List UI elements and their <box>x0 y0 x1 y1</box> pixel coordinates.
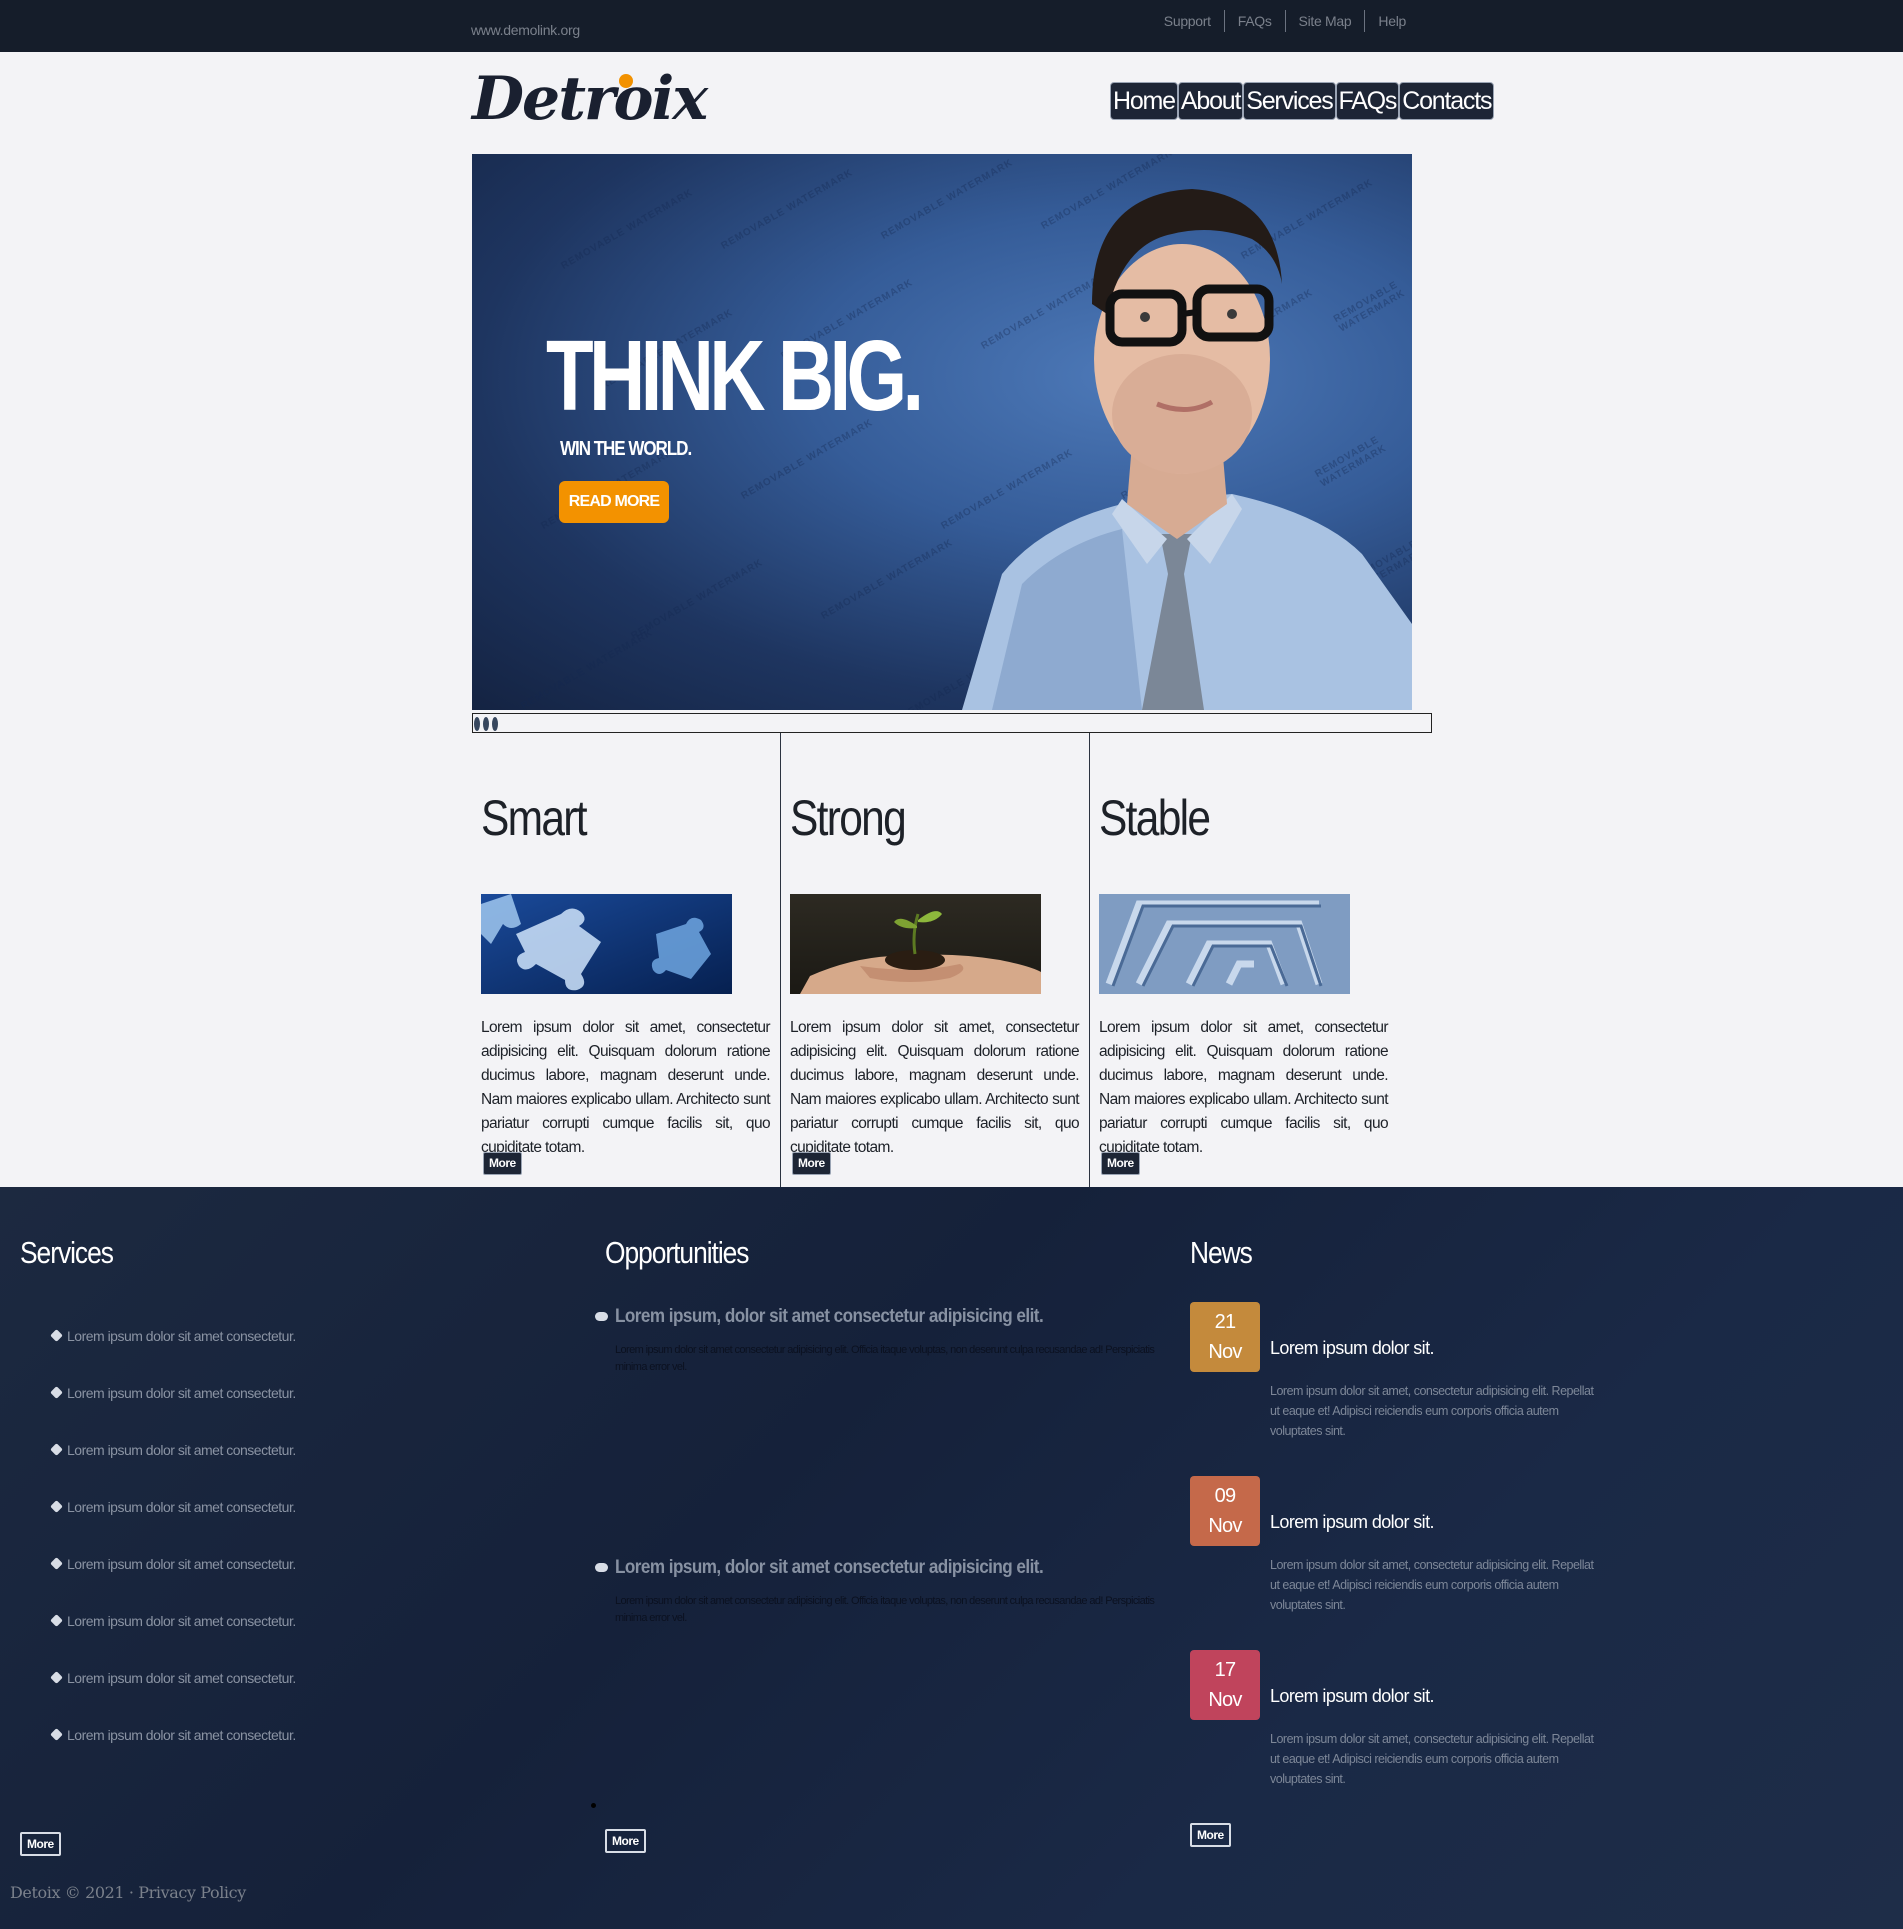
services-item[interactable]: Lorem ipsum dolor sit amet consectetur. <box>50 1499 296 1515</box>
news-text: Lorem ipsum dolor sit amet, consectetur … <box>1270 1384 1594 1438</box>
pager-dot-3[interactable] <box>492 717 498 731</box>
services-item[interactable]: Lorem ipsum dolor sit amet consectetur. <box>50 1670 296 1686</box>
feature-title: Strong <box>790 790 907 846</box>
pager-dot-2[interactable] <box>483 717 489 731</box>
hero-title: THINK BIG. <box>546 320 924 432</box>
news-title: News <box>1190 1235 1253 1270</box>
opportunity-heading[interactable]: Lorem ipsum, dolor sit amet consectetur … <box>615 1306 1044 1328</box>
feature-text: Lorem ipsum dolor sit amet, consectetur … <box>1099 1019 1389 1156</box>
gear-bullet-icon <box>50 1557 63 1570</box>
chat-bubble-icon <box>595 1312 608 1321</box>
watermark-text: REMOVABLE WATERMARK <box>559 187 695 272</box>
gear-bullet-icon <box>50 1728 63 1741</box>
services-item[interactable]: Lorem ipsum dolor sit amet consectetur. <box>50 1328 296 1344</box>
site-url[interactable]: www.demolink.org <box>471 22 580 38</box>
opportunity-text: Lorem ipsum dolor sit amet consectetur a… <box>615 1344 1155 1373</box>
opportunity-heading[interactable]: Lorem ipsum, dolor sit amet consectetur … <box>615 1557 1044 1579</box>
services-title: Services <box>20 1235 114 1270</box>
bullet-dot <box>591 1803 596 1808</box>
pager-dot-1[interactable] <box>474 717 480 731</box>
top-link-sitemap[interactable]: Site Map <box>1284 10 1365 32</box>
feature-strong: Strong Lorem ipsum dolor sit amet, conse… <box>780 733 1089 1187</box>
services-item[interactable]: Lorem ipsum dolor sit amet consectetur. <box>50 1385 296 1401</box>
services-item[interactable]: Lorem ipsum dolor sit amet consectetur. <box>50 1727 296 1743</box>
feature-text: Lorem ipsum dolor sit amet, consectetur … <box>790 1019 1080 1156</box>
maze-image <box>1099 894 1350 994</box>
watermark-text: REMOVABLE WATERMARK <box>519 627 655 710</box>
feature-more-button[interactable]: More <box>792 1152 831 1175</box>
nav-services[interactable]: Services <box>1243 82 1336 120</box>
features-section: Smart Lorem ipsum dolor sit amet, consec… <box>472 733 1432 1187</box>
feature-title: Smart <box>481 790 588 846</box>
feature-title: Stable <box>1099 790 1211 846</box>
news-more-button[interactable]: More <box>1190 1823 1231 1847</box>
opportunities-title: Opportunities <box>605 1235 749 1270</box>
nav-faqs[interactable]: FAQs <box>1335 82 1400 120</box>
nav-home[interactable]: Home <box>1110 82 1178 120</box>
copyright: Detoix © 2021 · Privacy Policy <box>10 1883 246 1902</box>
services-item[interactable]: Lorem ipsum dolor sit amet consectetur. <box>50 1556 296 1572</box>
services-item[interactable]: Lorem ipsum dolor sit amet consectetur. <box>50 1442 296 1458</box>
read-more-button[interactable]: READ MORE <box>559 481 669 523</box>
watermark-text: REMOVABLE WATERMARK <box>719 167 855 252</box>
opportunity-text: Lorem ipsum dolor sit amet consectetur a… <box>615 1595 1155 1624</box>
news-heading[interactable]: Lorem ipsum dolor sit. <box>1270 1338 1434 1359</box>
nav-contacts[interactable]: Contacts <box>1399 82 1495 120</box>
top-links: Support FAQs Site Map Help <box>1151 10 1419 32</box>
feature-smart: Smart Lorem ipsum dolor sit amet, consec… <box>472 733 781 1187</box>
puzzle-image <box>481 894 732 994</box>
gear-bullet-icon <box>50 1386 63 1399</box>
news-text: Lorem ipsum dolor sit amet, consectetur … <box>1270 1732 1594 1786</box>
services-more-button[interactable]: More <box>20 1832 61 1856</box>
feature-text: Lorem ipsum dolor sit amet, consectetur … <box>481 1019 771 1156</box>
news-date-badge: 17 Nov <box>1190 1650 1260 1720</box>
gear-bullet-icon <box>50 1329 63 1342</box>
logo[interactable]: Detroix <box>472 64 708 134</box>
seedling-hand-image <box>790 894 1041 994</box>
hero-person-image <box>962 189 1412 710</box>
top-link-help[interactable]: Help <box>1364 10 1419 32</box>
news-heading[interactable]: Lorem ipsum dolor sit. <box>1270 1686 1434 1707</box>
news-heading[interactable]: Lorem ipsum dolor sit. <box>1270 1512 1434 1533</box>
feature-more-button[interactable]: More <box>483 1152 522 1175</box>
logo-dot <box>619 74 633 88</box>
nav-about[interactable]: About <box>1177 82 1244 120</box>
hero-subtitle: WIN THE WORLD. <box>560 438 692 460</box>
chat-bubble-icon <box>595 1563 608 1572</box>
gear-bullet-icon <box>50 1500 63 1513</box>
gear-bullet-icon <box>50 1614 63 1627</box>
opportunities-more-button[interactable]: More <box>605 1829 646 1853</box>
top-link-faqs[interactable]: FAQs <box>1223 10 1285 32</box>
news-text: Lorem ipsum dolor sit amet, consectetur … <box>1270 1558 1594 1612</box>
feature-more-button[interactable]: More <box>1101 1152 1140 1175</box>
news-date-badge: 21 Nov <box>1190 1302 1260 1372</box>
gear-bullet-icon <box>50 1671 63 1684</box>
news-date-badge: 09 Nov <box>1190 1476 1260 1546</box>
footer-section: Services Lorem ipsum dolor sit amet cons… <box>0 1187 1903 1929</box>
feature-stable: Stable Lorem ipsum dolor sit amet, conse… <box>1089 733 1398 1187</box>
services-item[interactable]: Lorem ipsum dolor sit amet consectetur. <box>50 1613 296 1629</box>
gear-bullet-icon <box>50 1443 63 1456</box>
hero-slider: REMOVABLE WATERMARK REMOVABLE WATERMARK RE… <box>472 154 1412 710</box>
top-link-support[interactable]: Support <box>1151 10 1224 32</box>
main-nav: Home About Services FAQs Contacts <box>1110 82 1495 120</box>
slider-pagination <box>472 713 1432 733</box>
top-bar: www.demolink.org Support FAQs Site Map H… <box>0 0 1903 52</box>
